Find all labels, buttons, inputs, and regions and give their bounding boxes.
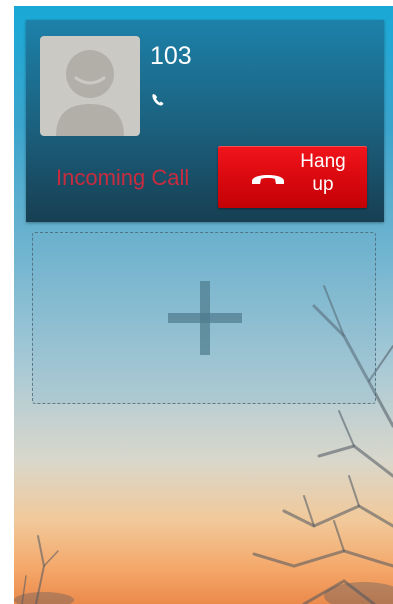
hangup-label: Hang up (300, 151, 346, 195)
screen: 103 Incoming Call Hang up (14, 6, 393, 604)
caller-number: 103 (150, 42, 192, 70)
call-status: Incoming Call (56, 165, 190, 190)
phone-handset-icon (152, 94, 164, 106)
hangup-button[interactable]: Hang up (218, 146, 367, 208)
contact-avatar (40, 36, 140, 136)
person-silhouette-icon (56, 50, 124, 136)
plus-icon (168, 281, 242, 355)
active-call-card: 103 Incoming Call Hang up (26, 20, 384, 222)
phone-hangup-icon (252, 175, 284, 184)
add-call-slot[interactable] (32, 232, 376, 404)
